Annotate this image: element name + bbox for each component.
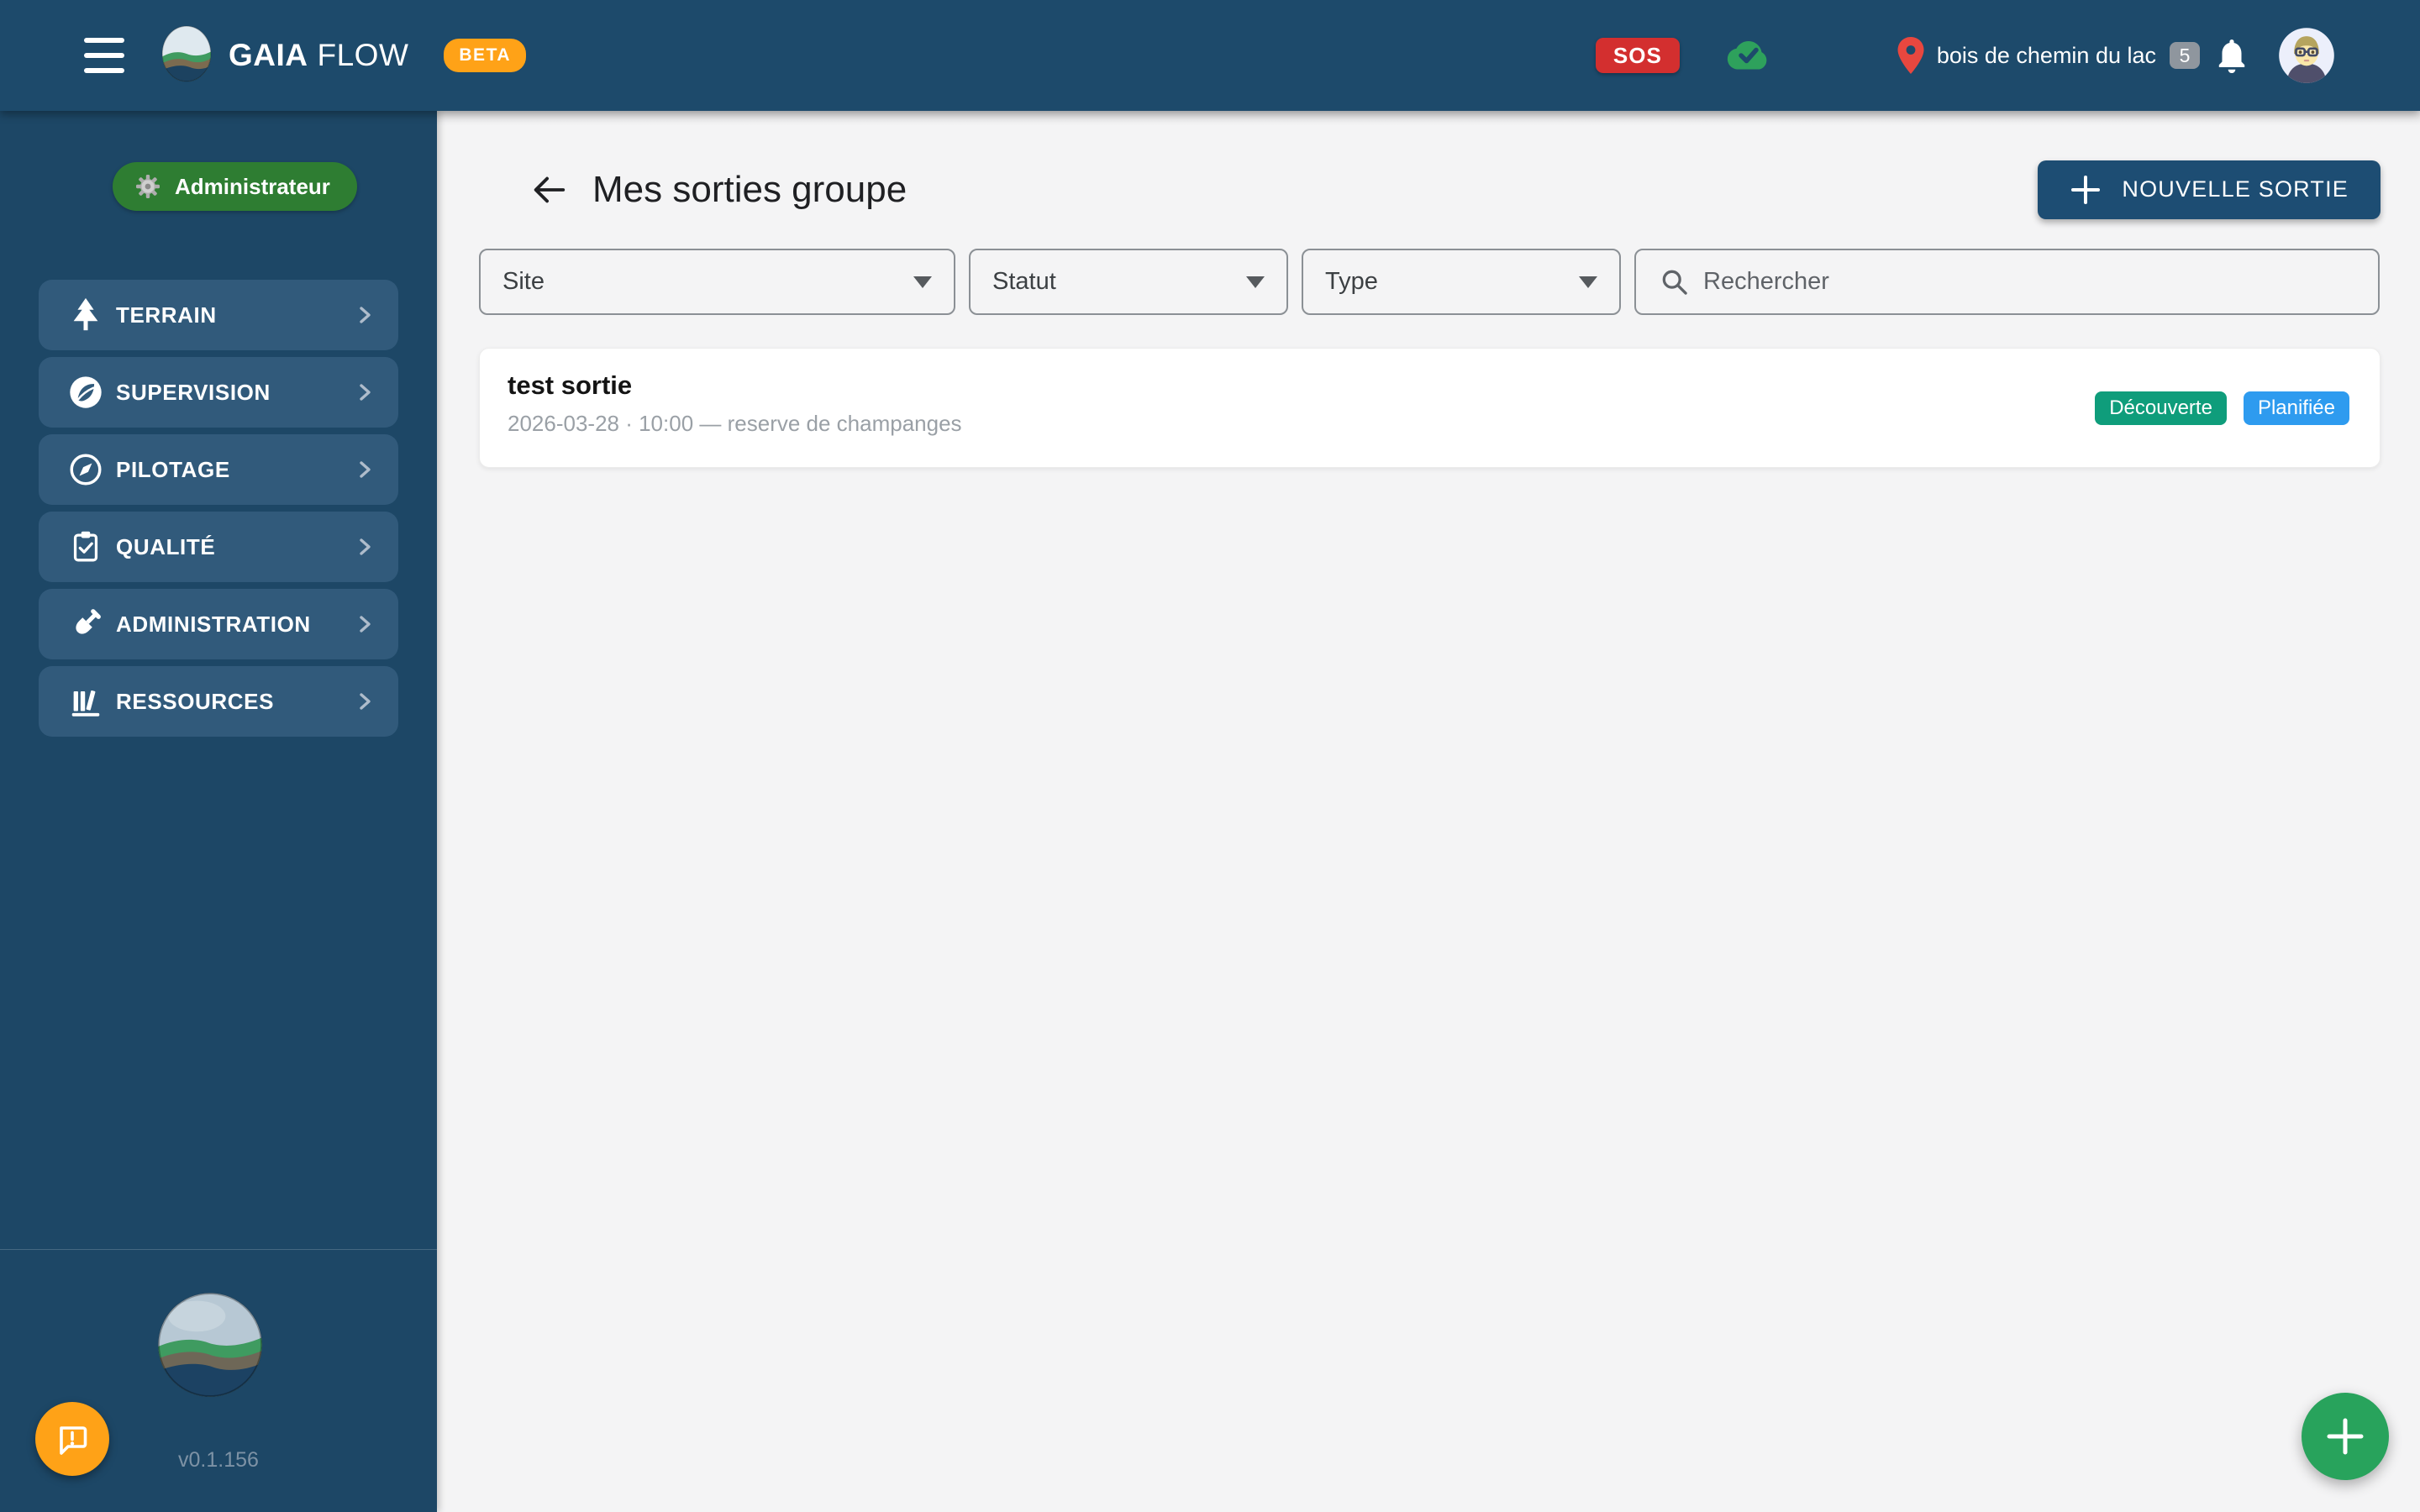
status-badge-decouverte: Découverte [2095,391,2227,425]
chevron-right-icon [360,538,371,555]
main-content: Mes sorties groupe NOUVELLE SORTIE Site … [437,111,2420,1512]
sidebar-item-label: PILOTAGE [116,456,230,482]
gaia-globe-logo [157,1292,263,1398]
gaia-egg-logo [161,25,212,87]
sidebar-item-administration[interactable]: ADMINISTRATION [39,589,398,659]
search-input[interactable] [1703,268,2356,296]
sidebar-item-label: SUPERVISION [116,379,271,405]
site-filter-label: Site [502,268,544,295]
sortie-title: test sortie [508,370,633,400]
sortie-list-item[interactable]: test sortie 2026-03-28 · 10:00 — reserve… [479,348,2381,468]
site-count-badge: 5 [2170,42,2200,69]
caret-down-icon [1579,276,1597,288]
sidebar-nav: TERRAIN SUPERVISION PILOTAGE QUALITÉ ADM… [39,280,398,743]
pine-tree-icon [66,296,105,334]
sidebar-item-supervision[interactable]: SUPERVISION [39,357,398,428]
type-filter-dropdown[interactable]: Type [1302,249,1621,315]
sidebar-item-label: RESSOURCES [116,688,275,714]
statut-filter-dropdown[interactable]: Statut [969,249,1288,315]
sidebar-item-qualite[interactable]: QUALITÉ [39,512,398,582]
new-sortie-button-label: NOUVELLE SORTIE [2122,176,2349,202]
sidebar-item-label: QUALITÉ [116,533,216,559]
plus-icon [2071,175,2101,204]
site-name-label: bois de chemin du lac [1936,42,2156,68]
gear-icon [136,175,160,198]
sidebar-item-label: ADMINISTRATION [116,611,311,637]
chevron-right-icon [360,384,371,401]
shovel-icon [66,605,105,643]
chevron-right-icon [360,616,371,633]
caret-down-icon [913,276,932,288]
type-filter-label: Type [1325,268,1378,295]
chevron-right-icon [360,461,371,478]
sync-status-cloud-check-icon[interactable] [1725,38,1770,73]
user-avatar[interactable] [2277,26,2336,85]
add-sortie-fab[interactable] [2302,1393,2389,1480]
feedback-chat-button[interactable] [35,1402,109,1476]
plus-icon [2327,1418,2364,1455]
feedback-chat-icon [60,1426,87,1455]
status-badge-planifiee: Planifiée [2243,391,2349,425]
sidebar-item-pilotage[interactable]: PILOTAGE [39,434,398,505]
beta-badge: BETA [444,39,526,72]
sortie-datetime: 2026-03-28 · 10:00 — reserve de champang… [508,411,962,436]
arrow-left-icon [534,176,566,202]
sidebar-item-terrain[interactable]: TERRAIN [39,280,398,350]
search-field[interactable] [1634,249,2380,315]
sos-button[interactable]: SOS [1595,38,1680,73]
compass-icon [66,450,105,489]
caret-down-icon [1246,276,1265,288]
leaf-circle-icon [66,373,105,412]
brand-flow: FLOW [317,38,409,72]
page-title: Mes sorties groupe [592,168,908,210]
statut-filter-label: Statut [992,268,1056,295]
chevron-right-icon [360,693,371,710]
notifications-bell-icon[interactable] [2217,38,2247,73]
back-button[interactable] [525,166,572,213]
books-icon [66,682,105,721]
brand-title: GAIA FLOW [229,38,408,73]
sidebar-item-ressources[interactable]: RESSOURCES [39,666,398,737]
brand-gaia: GAIA [229,38,308,72]
new-sortie-button[interactable]: NOUVELLE SORTIE [2038,160,2381,219]
role-badge-label: Administrateur [175,173,330,199]
chevron-right-icon [360,307,371,323]
sortie-badges: Découverte Planifiée [2095,391,2349,425]
site-selector[interactable]: bois de chemin du lac 5 [1897,36,2200,75]
filters-row: Site Statut Type [479,249,2380,315]
sidebar-footer-divider [0,1249,437,1250]
sidebar-item-label: TERRAIN [116,302,217,328]
role-badge: Administrateur [113,162,357,211]
clipboard-check-icon [66,528,105,566]
sidebar: Administrateur TERRAIN SUPERVISION PILOT… [0,111,437,1512]
search-icon [1662,270,1687,295]
site-filter-dropdown[interactable]: Site [479,249,955,315]
location-pin-icon [1897,37,1924,74]
menu-hamburger-icon[interactable] [84,38,128,73]
app-header: GAIA FLOW BETA SOS bois de chemin du lac… [0,0,2420,111]
